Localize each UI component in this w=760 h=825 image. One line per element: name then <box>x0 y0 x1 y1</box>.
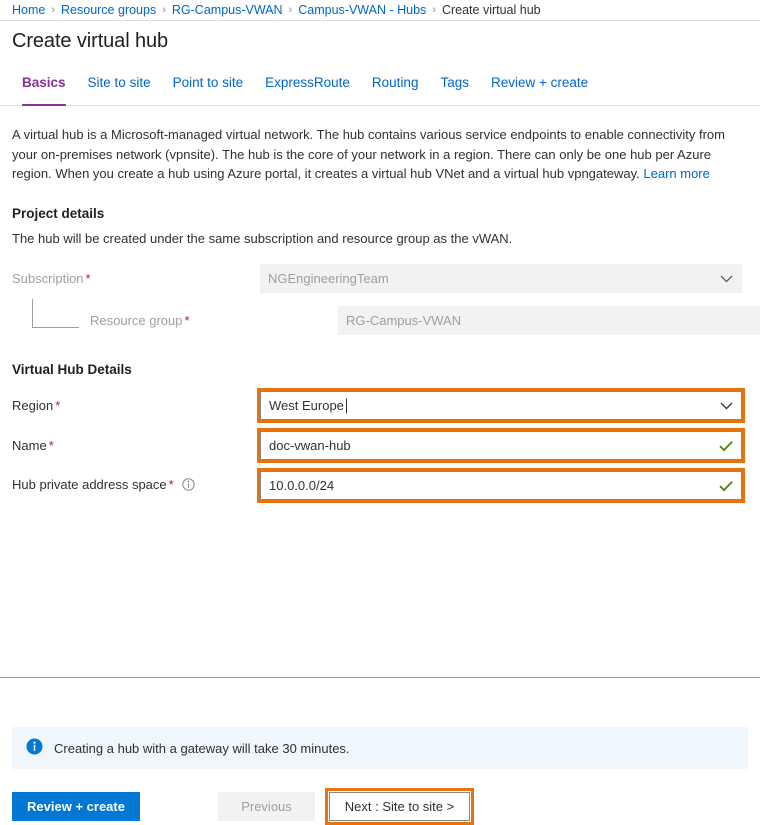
project-details-subtext: The hub will be created under the same s… <box>12 231 744 246</box>
resource-group-label: Resource group* <box>12 313 338 328</box>
subscription-label-text: Subscription <box>12 271 84 286</box>
resource-group-field <box>338 306 760 335</box>
tab-basics[interactable]: Basics <box>16 75 77 106</box>
footer-divider <box>0 677 760 678</box>
subscription-row: Subscription* <box>12 264 744 294</box>
name-label-text: Name <box>12 438 47 453</box>
address-space-input[interactable] <box>260 471 742 500</box>
breadcrumb: Home › Resource groups › RG-Campus-VWAN … <box>0 0 760 21</box>
form-content: A virtual hub is a Microsoft-managed vir… <box>0 125 760 501</box>
address-space-label-text: Hub private address space <box>12 477 167 492</box>
tab-site-to-site[interactable]: Site to site <box>77 75 162 106</box>
tab-point-to-site[interactable]: Point to site <box>162 75 255 106</box>
breadcrumb-separator-icon: › <box>162 5 166 16</box>
tab-review-create[interactable]: Review + create <box>480 75 599 106</box>
description-text: A virtual hub is a Microsoft-managed vir… <box>12 127 725 181</box>
address-space-row: Hub private address space* <box>12 471 744 501</box>
review-create-button[interactable]: Review + create <box>12 792 140 821</box>
breadcrumb-item-resource-groups[interactable]: Resource groups <box>61 3 156 17</box>
required-asterisk: * <box>55 398 60 413</box>
tab-expressroute[interactable]: ExpressRoute <box>254 75 361 106</box>
address-space-field[interactable] <box>260 471 742 500</box>
wizard-tabs: Basics Site to site Point to site Expres… <box>0 75 760 106</box>
required-asterisk: * <box>49 438 54 453</box>
previous-button: Previous <box>218 792 315 821</box>
resource-group-row: Resource group* <box>12 306 744 336</box>
required-asterisk: * <box>185 313 190 328</box>
virtual-hub-details-heading: Virtual Hub Details <box>12 362 744 377</box>
required-asterisk: * <box>169 477 174 492</box>
region-label-text: Region <box>12 398 53 413</box>
subscription-label: Subscription* <box>12 271 260 286</box>
address-space-label: Hub private address space* <box>12 477 260 494</box>
region-label: Region* <box>12 398 260 413</box>
breadcrumb-separator-icon: › <box>289 5 293 16</box>
region-row: Region* <box>12 391 744 421</box>
breadcrumb-item-rg-campus-vwan[interactable]: RG-Campus-VWAN <box>172 3 283 17</box>
resource-group-label-text: Resource group <box>90 313 183 328</box>
next-button-highlight: Next : Site to site > <box>325 788 474 825</box>
next-button[interactable]: Next : Site to site > <box>329 792 470 821</box>
tab-routing[interactable]: Routing <box>361 75 430 106</box>
breadcrumb-separator-icon: › <box>51 5 55 16</box>
region-select[interactable] <box>260 391 742 420</box>
tab-expressroute-label: ExpressRoute <box>265 75 350 90</box>
subscription-select <box>260 264 742 293</box>
info-icon[interactable] <box>182 478 195 494</box>
tab-routing-label: Routing <box>372 75 419 90</box>
breadcrumb-item-home[interactable]: Home <box>12 3 45 17</box>
breadcrumb-separator-icon: › <box>432 5 436 16</box>
description-paragraph: A virtual hub is a Microsoft-managed vir… <box>12 125 744 184</box>
name-label: Name* <box>12 438 260 453</box>
tab-basics-label: Basics <box>22 75 66 90</box>
info-icon <box>26 738 43 758</box>
required-asterisk: * <box>86 271 91 286</box>
name-field[interactable] <box>260 431 742 460</box>
tab-point-to-site-label: Point to site <box>173 75 244 90</box>
tab-site-to-site-label: Site to site <box>88 75 151 90</box>
page-header: Create virtual hub <box>0 21 760 53</box>
tab-tags[interactable]: Tags <box>429 75 480 106</box>
resource-group-select <box>338 306 760 335</box>
footer-actions: Review + create Previous Next : Site to … <box>12 788 474 825</box>
tab-review-create-label: Review + create <box>491 75 588 90</box>
info-banner-text: Creating a hub with a gateway will take … <box>54 741 350 756</box>
region-field[interactable] <box>260 391 742 420</box>
page-title: Create virtual hub <box>12 30 760 53</box>
subscription-field <box>260 264 742 293</box>
text-cursor <box>346 398 347 413</box>
info-banner: Creating a hub with a gateway will take … <box>12 727 748 769</box>
name-input[interactable] <box>260 431 742 460</box>
project-details-heading: Project details <box>12 206 744 221</box>
learn-more-link[interactable]: Learn more <box>643 166 709 181</box>
tree-connector-line <box>32 299 79 328</box>
name-row: Name* <box>12 431 744 461</box>
tab-tags-label: Tags <box>440 75 469 90</box>
breadcrumb-item-create-virtual-hub: Create virtual hub <box>442 3 541 17</box>
breadcrumb-item-campus-vwan-hubs[interactable]: Campus-VWAN - Hubs <box>298 3 426 17</box>
